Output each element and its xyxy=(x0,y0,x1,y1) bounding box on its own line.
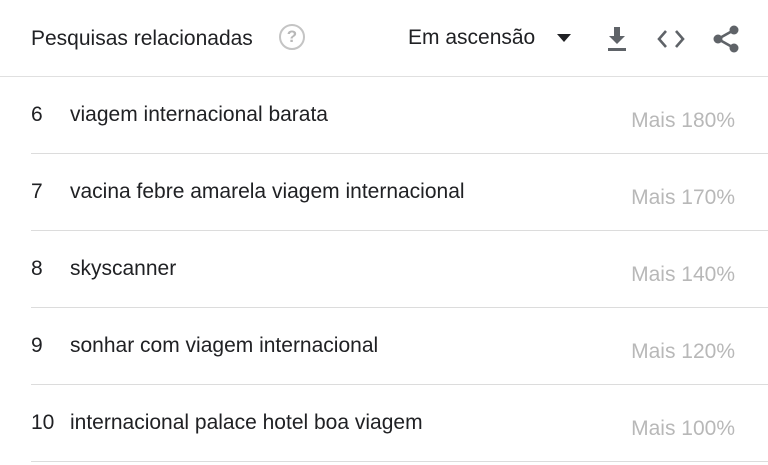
query-text: skyscanner xyxy=(70,257,177,280)
query-text: internacional palace hotel boa viagem xyxy=(70,411,423,434)
widget-header: Pesquisas relacionadas ? Em ascensão xyxy=(0,0,768,77)
rise-value: Mais 170% xyxy=(631,186,735,209)
rise-value: Mais 120% xyxy=(631,340,735,363)
embed-code-icon[interactable] xyxy=(656,28,686,50)
list-item[interactable]: 10 internacional palace hotel boa viagem… xyxy=(31,385,768,462)
query-text: vacina febre amarela viagem internaciona… xyxy=(70,180,465,203)
share-icon[interactable] xyxy=(712,24,740,54)
help-icon[interactable]: ? xyxy=(279,24,305,50)
rank-number: 7 xyxy=(31,180,43,203)
query-text: sonhar com viagem internacional xyxy=(70,334,379,357)
rank-number: 9 xyxy=(31,334,43,357)
query-text: viagem internacional barata xyxy=(70,103,328,126)
rise-value: Mais 180% xyxy=(631,109,735,132)
list-item[interactable]: 8 skyscanner Mais 140% xyxy=(31,231,768,308)
list-item[interactable]: 6 viagem internacional barata Mais 180% xyxy=(31,77,768,154)
rise-value: Mais 100% xyxy=(631,417,735,440)
rank-number: 8 xyxy=(31,257,43,280)
rank-number: 6 xyxy=(31,103,43,126)
download-icon[interactable] xyxy=(604,25,630,53)
list-item[interactable]: 7 vacina febre amarela viagem internacio… xyxy=(31,154,768,231)
list-item[interactable]: 9 sonhar com viagem internacional Mais 1… xyxy=(31,308,768,385)
filter-dropdown[interactable]: Em ascensão xyxy=(400,22,572,54)
filter-dropdown-label: Em ascensão xyxy=(408,26,536,49)
dropdown-arrow-icon xyxy=(557,34,572,42)
rise-value: Mais 140% xyxy=(631,263,735,286)
related-queries-widget: Pesquisas relacionadas ? Em ascensão 6 v… xyxy=(0,0,768,465)
rank-number: 10 xyxy=(31,411,55,434)
widget-title: Pesquisas relacionadas xyxy=(31,27,253,50)
related-queries-list: 6 viagem internacional barata Mais 180% … xyxy=(0,77,768,462)
